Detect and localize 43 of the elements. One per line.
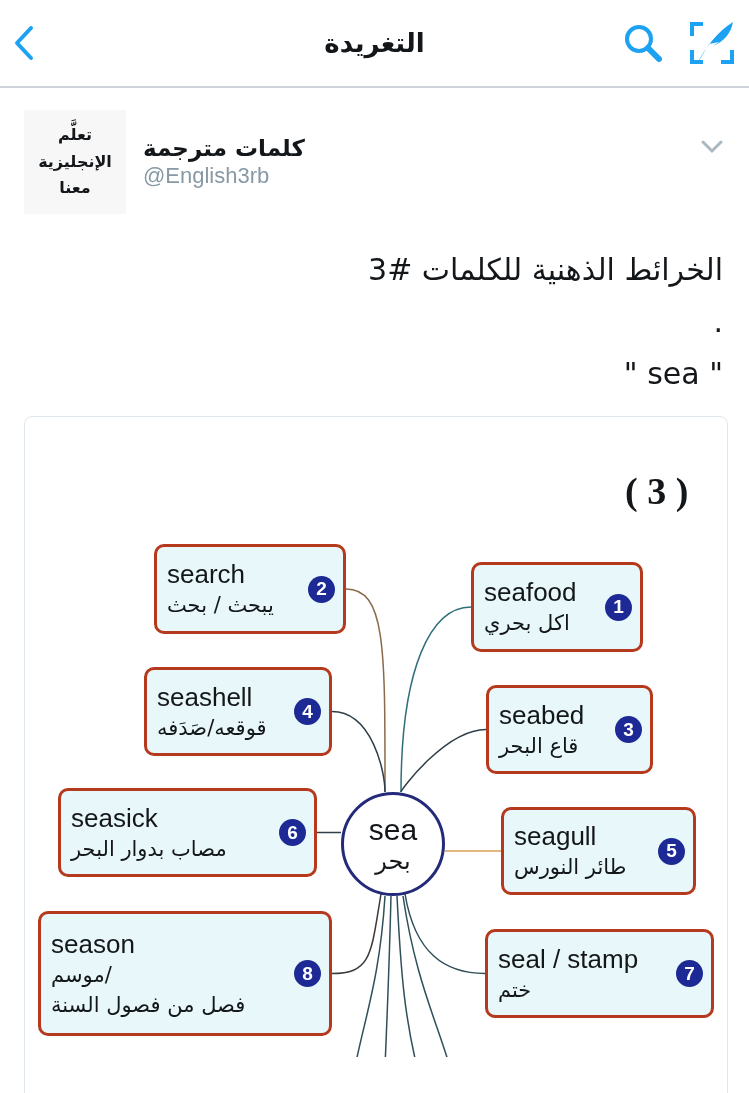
english-word: seasick: [71, 801, 158, 834]
arabic-translation: قاع البحر: [499, 732, 579, 760]
english-word: seal / stamp: [498, 942, 639, 975]
number-badge: 7: [676, 960, 703, 987]
arabic-translation: طائر النورس: [514, 854, 627, 881]
compose-icon[interactable]: [689, 20, 735, 66]
tweet-text: الخرائط الذهنية للكلمات #3: [367, 251, 723, 289]
number-badge: 2: [308, 575, 335, 603]
number-badge: 3: [615, 716, 642, 743]
author-name: كلمات مترجمة: [143, 135, 306, 161]
arabic-translation: قوقعه/صَدَفه: [157, 714, 267, 742]
number-badge: 1: [605, 593, 632, 621]
english-word: seafood: [484, 576, 577, 608]
english-word: seagull: [514, 820, 597, 852]
back-icon[interactable]: [14, 25, 34, 61]
author-handle: @English3rb: [143, 163, 271, 189]
center-translation: بحر: [375, 847, 411, 875]
avatar[interactable]: تعلَّم الإنجليزية معنا: [24, 110, 126, 214]
english-word: season: [51, 927, 135, 960]
english-word: seabed: [499, 698, 585, 731]
english-word: seashell: [157, 680, 253, 713]
tweet-text: .: [712, 303, 723, 341]
arabic-translation: /موسم: [51, 961, 112, 989]
connector-line: [316, 831, 342, 834]
map-number: ( 3 ): [625, 469, 689, 513]
arabic-translation: ختم: [498, 976, 532, 1004]
arabic-translation: فصل من فصول السنة: [51, 991, 246, 1019]
screen-title: التغريدة: [324, 28, 425, 58]
number-badge: 8: [294, 960, 321, 987]
number-badge: 5: [658, 837, 685, 865]
avatar-text: الإنجليزية: [38, 150, 112, 173]
english-word: search: [167, 558, 246, 590]
tweet-text: " sea ": [622, 355, 723, 393]
avatar-text: معنا: [59, 177, 91, 200]
center-word: sea: [368, 813, 418, 847]
arabic-translation: مصاب بدوار البحر: [71, 835, 227, 863]
chevron-down-icon[interactable]: [701, 140, 723, 154]
search-icon[interactable]: [623, 23, 663, 63]
number-badge: 4: [294, 698, 321, 725]
number-badge: 6: [279, 819, 306, 846]
arabic-translation: يبحث / بحث: [167, 592, 274, 619]
arabic-translation: اكل بحري: [484, 610, 570, 637]
connector-line: [444, 850, 502, 852]
